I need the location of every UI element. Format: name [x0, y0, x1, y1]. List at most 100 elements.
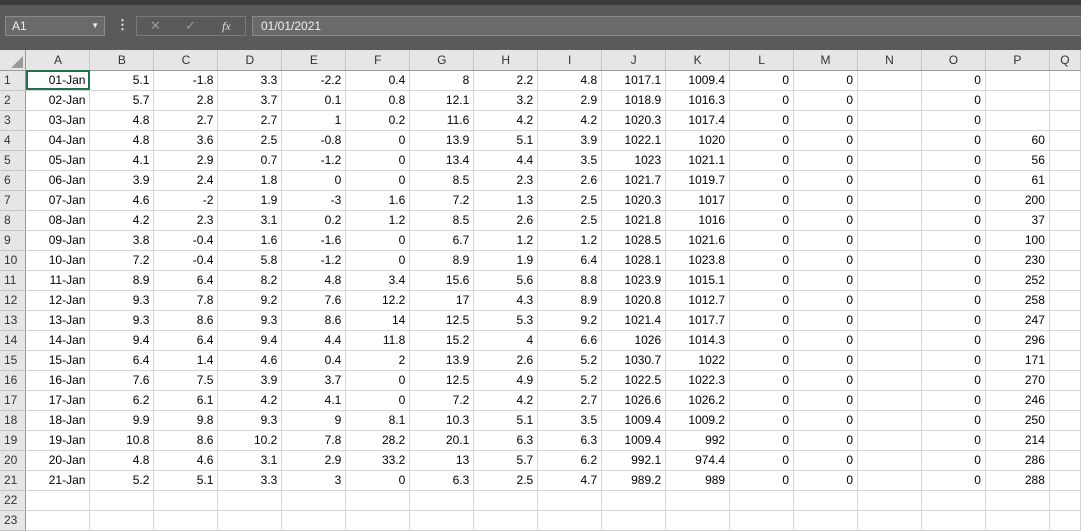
cell-m2[interactable]: 0: [793, 90, 859, 111]
cell-k18[interactable]: 1009.2: [665, 410, 731, 431]
cell-j21[interactable]: 989.2: [601, 470, 667, 491]
cell-m11[interactable]: 0: [793, 270, 859, 291]
cell-e13[interactable]: 8.6: [281, 310, 347, 331]
cell-i11[interactable]: 8.8: [537, 270, 603, 291]
cell-d21[interactable]: 3.3: [217, 470, 283, 491]
cell-h1[interactable]: 2.2: [473, 70, 539, 91]
cell-g19[interactable]: 20.1: [409, 430, 475, 451]
cell-j16[interactable]: 1022.5: [601, 370, 667, 391]
cell-k1[interactable]: 1009.4: [665, 70, 731, 91]
cell-d5[interactable]: 0.7: [217, 150, 283, 171]
cell-g11[interactable]: 15.6: [409, 270, 475, 291]
cell-q10[interactable]: [1049, 250, 1081, 271]
cell-h10[interactable]: 1.9: [473, 250, 539, 271]
cell-b18[interactable]: 9.9: [89, 410, 155, 431]
cell-q8[interactable]: [1049, 210, 1081, 231]
cell-p21[interactable]: 288: [985, 470, 1050, 491]
cell-i18[interactable]: 3.5: [537, 410, 603, 431]
cell-o9[interactable]: 0: [921, 230, 986, 251]
cell-i8[interactable]: 2.5: [537, 210, 603, 231]
cell-h12[interactable]: 4.3: [473, 290, 539, 311]
cell-d9[interactable]: 1.6: [217, 230, 283, 251]
cell-k2[interactable]: 1016.3: [665, 90, 731, 111]
cell-o12[interactable]: 0: [921, 290, 986, 311]
cell-c10[interactable]: -0.4: [153, 250, 219, 271]
cell-o7[interactable]: 0: [921, 190, 986, 211]
cell-j14[interactable]: 1026: [601, 330, 667, 351]
cell-h20[interactable]: 5.7: [473, 450, 539, 471]
cell-a9[interactable]: 09-Jan: [25, 230, 91, 251]
row-header[interactable]: 3: [0, 110, 27, 131]
cell-k14[interactable]: 1014.3: [665, 330, 731, 351]
cell-e18[interactable]: 9: [281, 410, 347, 431]
cell-m4[interactable]: 0: [793, 130, 859, 151]
cell-i13[interactable]: 9.2: [537, 310, 603, 331]
cell-i10[interactable]: 6.4: [537, 250, 603, 271]
cell-o10[interactable]: 0: [921, 250, 986, 271]
cell-g8[interactable]: 8.5: [409, 210, 475, 231]
cell-d12[interactable]: 9.2: [217, 290, 283, 311]
cell-j22[interactable]: [601, 490, 667, 511]
cell-i6[interactable]: 2.6: [537, 170, 603, 191]
row-header[interactable]: 14: [0, 330, 27, 351]
cell-l15[interactable]: 0: [729, 350, 795, 371]
cell-l1[interactable]: 0: [729, 70, 795, 91]
cell-g16[interactable]: 12.5: [409, 370, 475, 391]
cell-m6[interactable]: 0: [793, 170, 859, 191]
cell-b13[interactable]: 9.3: [89, 310, 155, 331]
cell-c22[interactable]: [153, 490, 219, 511]
cell-k9[interactable]: 1021.6: [665, 230, 731, 251]
cell-d17[interactable]: 4.2: [217, 390, 283, 411]
cell-q5[interactable]: [1049, 150, 1081, 171]
cell-m12[interactable]: 0: [793, 290, 859, 311]
cell-e11[interactable]: 4.8: [281, 270, 347, 291]
cell-a14[interactable]: 14-Jan: [25, 330, 91, 351]
cell-o19[interactable]: 0: [921, 430, 986, 451]
row-header[interactable]: 18: [0, 410, 27, 431]
column-header-d[interactable]: D: [217, 50, 283, 71]
cell-c2[interactable]: 2.8: [153, 90, 219, 111]
cell-n4[interactable]: [857, 130, 922, 151]
cell-n18[interactable]: [857, 410, 922, 431]
cell-k20[interactable]: 974.4: [665, 450, 731, 471]
cell-d2[interactable]: 3.7: [217, 90, 283, 111]
cell-h22[interactable]: [473, 490, 539, 511]
cell-f5[interactable]: 0: [345, 150, 411, 171]
column-header-j[interactable]: J: [601, 50, 667, 71]
cell-j18[interactable]: 1009.4: [601, 410, 667, 431]
column-header-m[interactable]: M: [793, 50, 859, 71]
row-header[interactable]: 8: [0, 210, 27, 231]
cell-j19[interactable]: 1009.4: [601, 430, 667, 451]
cell-e22[interactable]: [281, 490, 347, 511]
cell-q19[interactable]: [1049, 430, 1081, 451]
cell-d11[interactable]: 8.2: [217, 270, 283, 291]
cell-n17[interactable]: [857, 390, 922, 411]
cell-o13[interactable]: 0: [921, 310, 986, 331]
cell-j2[interactable]: 1018.9: [601, 90, 667, 111]
cell-c6[interactable]: 2.4: [153, 170, 219, 191]
cell-n12[interactable]: [857, 290, 922, 311]
cell-c16[interactable]: 7.5: [153, 370, 219, 391]
chevron-down-icon[interactable]: ▼: [91, 17, 99, 35]
cell-d13[interactable]: 9.3: [217, 310, 283, 331]
cell-q18[interactable]: [1049, 410, 1081, 431]
cell-e12[interactable]: 7.6: [281, 290, 347, 311]
cell-g13[interactable]: 12.5: [409, 310, 475, 331]
cell-o5[interactable]: 0: [921, 150, 986, 171]
cell-q12[interactable]: [1049, 290, 1081, 311]
cell-g23[interactable]: [409, 510, 475, 531]
cell-q1[interactable]: [1049, 70, 1081, 91]
cell-q21[interactable]: [1049, 470, 1081, 491]
cell-b21[interactable]: 5.2: [89, 470, 155, 491]
row-header[interactable]: 23: [0, 510, 27, 531]
cell-a11[interactable]: 11-Jan: [25, 270, 91, 291]
cell-p17[interactable]: 246: [985, 390, 1050, 411]
cell-i20[interactable]: 6.2: [537, 450, 603, 471]
cell-f13[interactable]: 14: [345, 310, 411, 331]
cell-n7[interactable]: [857, 190, 922, 211]
cell-j5[interactable]: 1023: [601, 150, 667, 171]
cell-i7[interactable]: 2.5: [537, 190, 603, 211]
cell-f6[interactable]: 0: [345, 170, 411, 191]
cell-k3[interactable]: 1017.4: [665, 110, 731, 131]
cell-l8[interactable]: 0: [729, 210, 795, 231]
